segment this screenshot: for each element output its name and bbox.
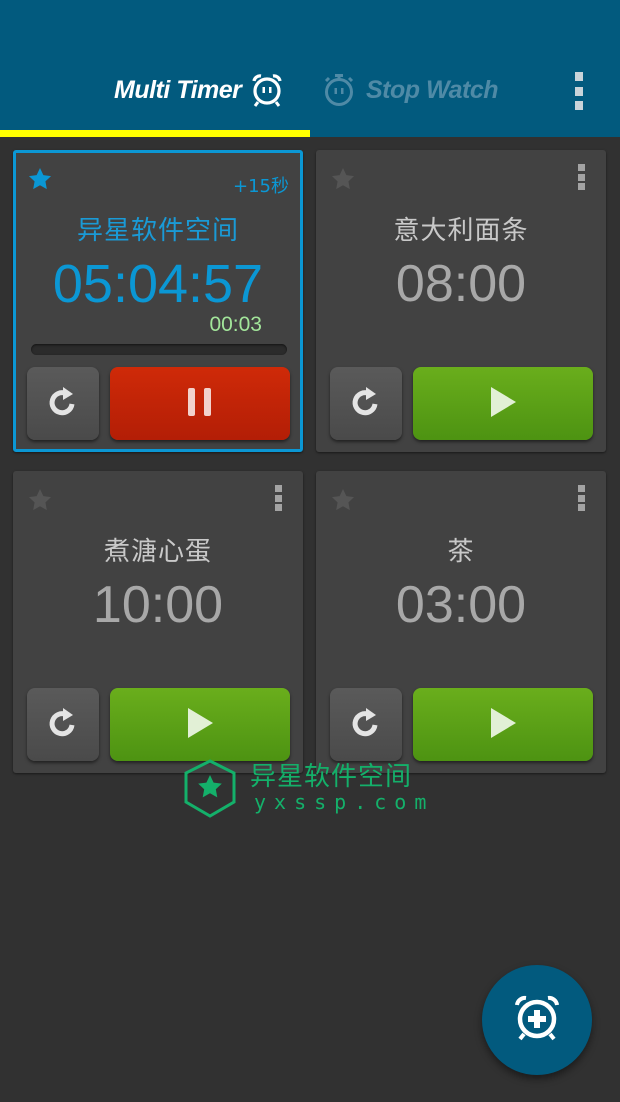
more-vert-icon-dot (578, 504, 585, 511)
favorite-star-icon[interactable] (27, 166, 53, 192)
reset-icon (45, 705, 81, 745)
more-vert-icon (275, 485, 282, 492)
overflow-menu-icon-dot (575, 86, 583, 96)
play-icon (488, 707, 518, 743)
add-timer-button[interactable] (482, 965, 592, 1075)
timer-menu-button[interactable] (578, 485, 586, 511)
pause-icon (184, 386, 216, 422)
reset-button[interactable] (330, 367, 402, 440)
timer-menu-button[interactable] (578, 164, 586, 190)
more-vert-icon-dot (578, 494, 585, 502)
timer-remaining: 10:00 (92, 576, 224, 634)
play-button[interactable] (413, 688, 593, 761)
favorite-star-icon[interactable] (27, 487, 53, 513)
tab-multi-timer-label: Multi Timer (114, 75, 242, 104)
timer-elapsed: 00:03 (209, 313, 262, 336)
watermark-url: yxssp.com (254, 790, 435, 814)
app-header: Multi Timer Stop Watch (0, 0, 620, 137)
timer-name[interactable]: 煮溏心蛋 (13, 531, 303, 568)
play-button[interactable] (413, 367, 593, 440)
timer-card[interactable]: 意大利面条 08:00 (316, 150, 606, 452)
timer-menu-button[interactable] (275, 485, 283, 511)
reset-button[interactable] (27, 688, 99, 761)
overflow-menu-button[interactable] (570, 72, 588, 110)
reset-icon (348, 705, 384, 745)
favorite-star-icon[interactable] (330, 166, 356, 192)
timer-progress-bar (31, 344, 287, 355)
reset-icon (45, 384, 81, 424)
more-vert-icon (578, 485, 585, 492)
pause-button[interactable] (110, 367, 290, 440)
timer-remaining: 05:04:57 (52, 254, 264, 314)
reset-icon (348, 384, 384, 424)
tab-multi-timer[interactable]: Multi Timer (114, 70, 285, 110)
overflow-menu-icon-dot (575, 101, 583, 110)
watermark-title: 异星软件空间 (250, 762, 413, 792)
timer-card[interactable]: 煮溏心蛋 10:00 (13, 471, 303, 773)
tab-stop-watch-label: Stop Watch (366, 75, 499, 104)
more-vert-icon-dot (275, 494, 282, 502)
stopwatch-icon (322, 72, 356, 108)
more-vert-icon (578, 164, 585, 171)
play-icon (488, 386, 518, 422)
timer-name[interactable]: 异星软件空间 (16, 210, 300, 247)
alarm-clock-icon (249, 72, 285, 108)
play-button[interactable] (110, 688, 290, 761)
play-icon (185, 707, 215, 743)
timer-card[interactable]: +15秒 异星软件空间 05:04:57 00:03 (13, 150, 303, 452)
add-alarm-icon (511, 992, 563, 1048)
timer-card[interactable]: 茶 03:00 (316, 471, 606, 773)
more-vert-icon-dot (578, 183, 585, 190)
hexagon-star-logo-icon (182, 758, 238, 824)
reset-button[interactable] (330, 688, 402, 761)
more-vert-icon-dot (275, 504, 282, 511)
selected-tab-indicator (0, 130, 310, 137)
overflow-menu-icon (575, 72, 583, 81)
add-15-seconds-button[interactable]: +15秒 (233, 172, 289, 198)
timer-name[interactable]: 茶 (316, 531, 606, 568)
more-vert-icon-dot (578, 173, 585, 181)
watermark: 异星软件空间 yxssp.com (182, 758, 432, 818)
favorite-star-icon[interactable] (330, 487, 356, 513)
timer-name[interactable]: 意大利面条 (316, 210, 606, 247)
timer-remaining: 08:00 (395, 255, 527, 313)
tab-stop-watch[interactable]: Stop Watch (322, 70, 499, 110)
timer-remaining: 03:00 (395, 576, 527, 634)
reset-button[interactable] (27, 367, 99, 440)
